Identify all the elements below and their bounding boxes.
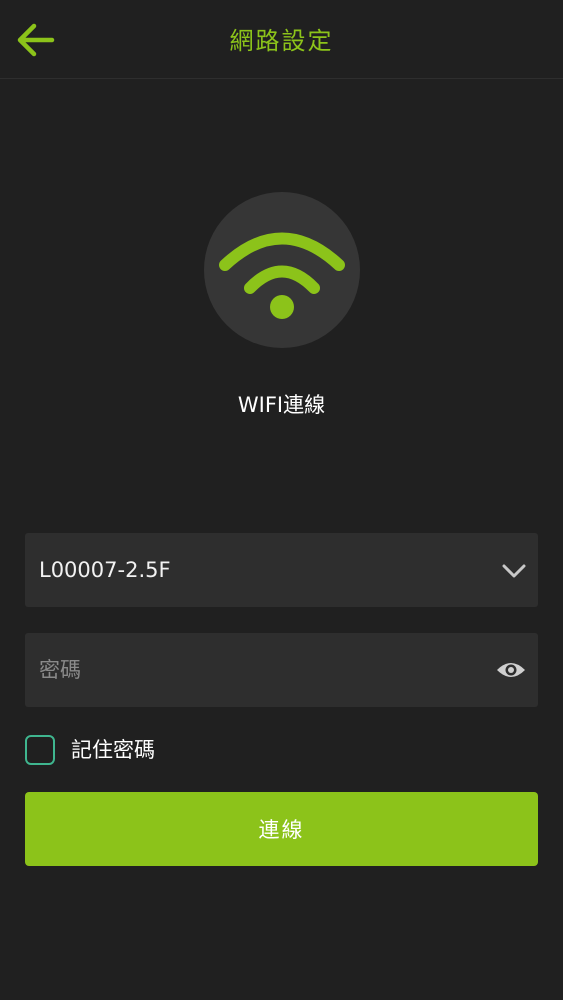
network-settings-screen: 網路設定 WIFI連線 L00007-2.5F 記住密碼 連線 (0, 0, 563, 1000)
remember-password-toggle[interactable]: 記住密碼 (25, 733, 155, 767)
remember-password-label: 記住密碼 (71, 738, 155, 762)
header-bar: 網路設定 (0, 0, 563, 79)
wifi-connection-caption: WIFI連線 (237, 393, 326, 417)
password-input[interactable] (39, 650, 479, 690)
ssid-value: L00007-2.5F (39, 558, 171, 582)
ssid-select[interactable]: L00007-2.5F (25, 533, 538, 607)
chevron-down-icon (502, 564, 526, 578)
eye-icon[interactable] (496, 656, 526, 684)
password-field (25, 633, 538, 707)
wifi-badge (204, 192, 360, 348)
remember-password-checkbox[interactable] (25, 735, 55, 765)
connect-button[interactable]: 連線 (25, 792, 538, 866)
page-title: 網路設定 (229, 27, 334, 55)
wifi-icon (219, 232, 345, 319)
